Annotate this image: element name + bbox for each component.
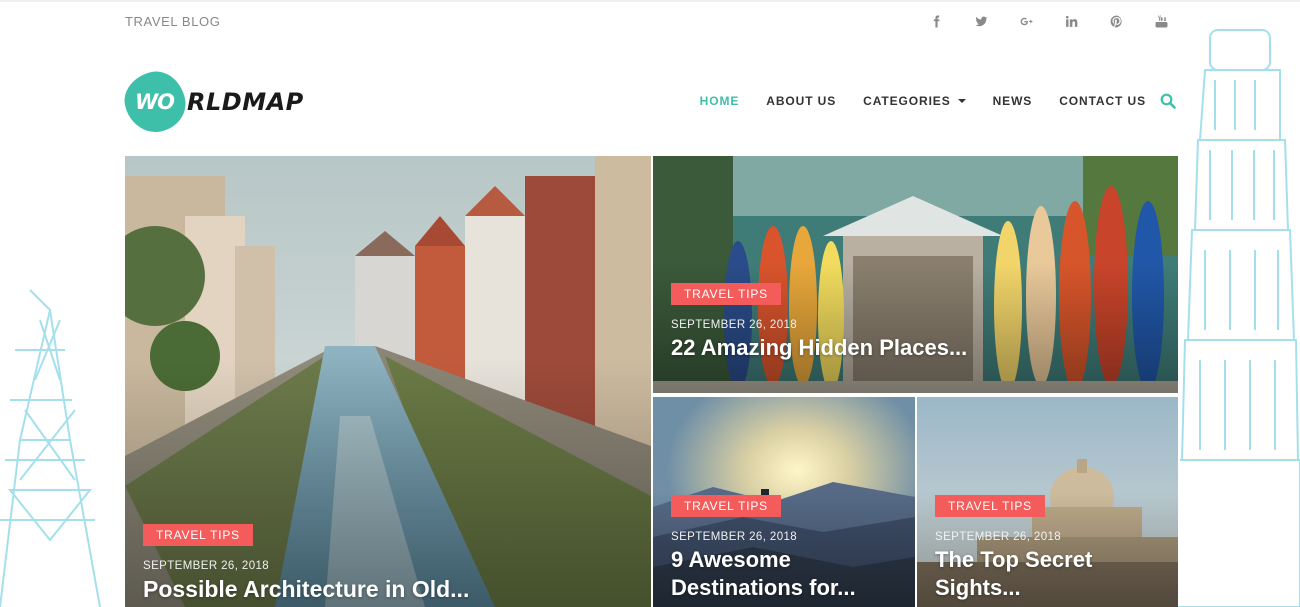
linkedin-icon[interactable] [1060, 12, 1082, 30]
post-caption: TRAVEL TIPS SEPTEMBER 26, 2018 9 Awesome… [671, 495, 901, 602]
post-title[interactable]: 22 Amazing Hidden Places... [671, 334, 967, 362]
facebook-icon[interactable] [925, 12, 947, 30]
nav-item-categories[interactable]: CATEGORIES [863, 94, 966, 108]
post-date: SEPTEMBER 26, 2018 [671, 319, 798, 331]
featured-post-card[interactable]: TRAVEL TIPS SEPTEMBER 26, 2018 Possible … [125, 156, 651, 607]
post-caption: TRAVEL TIPS SEPTEMBER 26, 2018 22 Amazin… [671, 283, 967, 362]
category-badge[interactable]: TRAVEL TIPS [935, 495, 1045, 517]
nav-item-home[interactable]: HOME [700, 94, 740, 108]
post-card[interactable]: TRAVEL TIPS SEPTEMBER 26, 2018 9 Awesome… [653, 397, 915, 607]
logo-mark: WO [119, 66, 191, 138]
site-tagline: TRAVEL BLOG [125, 14, 221, 29]
post-card[interactable]: TRAVEL TIPS SEPTEMBER 26, 2018 The Top S… [917, 397, 1178, 607]
logo-text: RLDMAP [187, 88, 304, 116]
nav-item-news[interactable]: NEWS [993, 94, 1033, 108]
main-nav: HOME ABOUT US CATEGORIES NEWS CONTACT US [673, 93, 1176, 109]
nav-item-contact-us[interactable]: CONTACT US [1059, 94, 1146, 108]
post-card[interactable]: TRAVEL TIPS SEPTEMBER 26, 2018 22 Amazin… [653, 156, 1178, 393]
category-badge[interactable]: TRAVEL TIPS [143, 524, 253, 546]
post-caption: TRAVEL TIPS SEPTEMBER 26, 2018 The Top S… [935, 495, 1155, 602]
top-border [0, 0, 1300, 2]
post-title[interactable]: The Top Secret Sights... [935, 546, 1155, 602]
post-date: SEPTEMBER 26, 2018 [143, 560, 270, 572]
nav-item-categories-label: CATEGORIES [863, 94, 951, 108]
post-caption: TRAVEL TIPS SEPTEMBER 26, 2018 Possible … [143, 524, 469, 603]
search-icon[interactable] [1160, 93, 1176, 109]
post-title[interactable]: Possible Architecture in Old... [143, 575, 469, 603]
logo-mark-text: WO [135, 90, 175, 115]
category-badge[interactable]: TRAVEL TIPS [671, 495, 781, 517]
post-title[interactable]: 9 Awesome Destinations for... [671, 546, 901, 602]
social-links [925, 12, 1172, 30]
category-badge[interactable]: TRAVEL TIPS [671, 283, 781, 305]
pisa-tower-sketch-decoration [1178, 29, 1300, 607]
chevron-down-icon [957, 99, 966, 103]
site-logo[interactable]: WO RLDMAP [119, 66, 304, 138]
nav-item-about-us[interactable]: ABOUT US [766, 94, 836, 108]
twitter-icon[interactable] [970, 12, 992, 30]
post-date: SEPTEMBER 26, 2018 [671, 531, 798, 543]
post-date: SEPTEMBER 26, 2018 [935, 531, 1062, 543]
eiffel-sketch-decoration [0, 289, 101, 607]
google-plus-icon[interactable] [1015, 12, 1037, 30]
youtube-icon[interactable] [1150, 12, 1172, 30]
pinterest-icon[interactable] [1105, 12, 1127, 30]
